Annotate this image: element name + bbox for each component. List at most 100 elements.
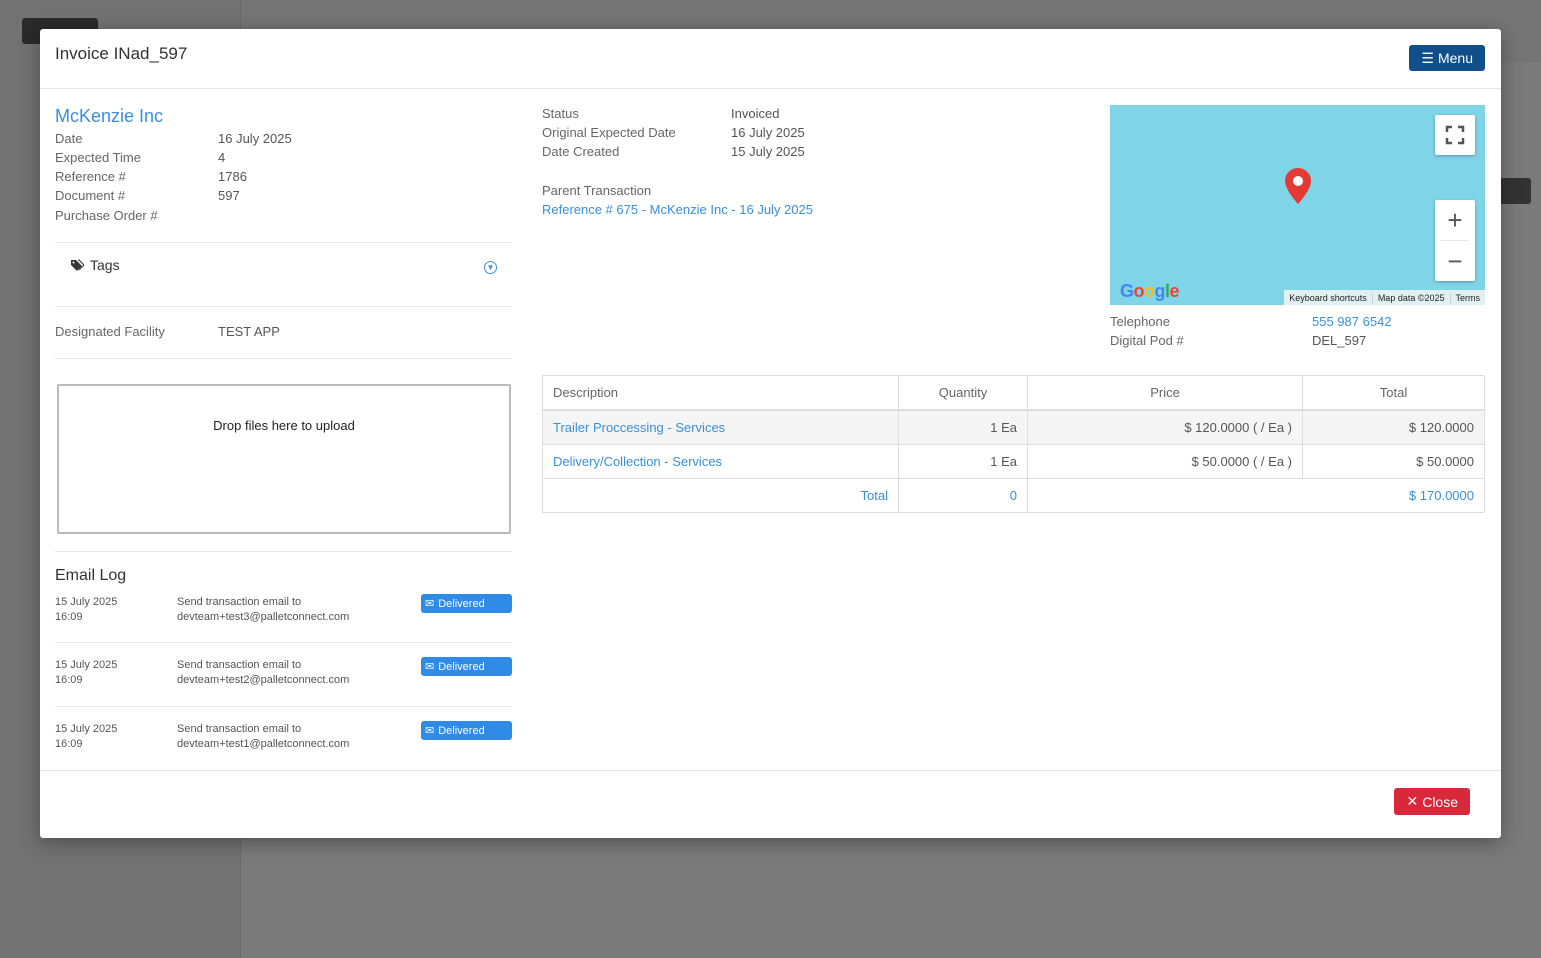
column-header-quantity[interactable]: Quantity	[898, 375, 1028, 411]
email-message-line: Send transaction email to	[177, 596, 302, 608]
date-created-row: Date Created 15 July 2025	[542, 144, 942, 163]
detail-row-purchase-order: Purchase Order #	[55, 208, 515, 227]
table-total-row: Total 0 $ 170.0000	[542, 478, 1485, 513]
zoom-controls: + −	[1435, 200, 1475, 281]
email-log-message: Send transaction email to devteam+test2@…	[177, 658, 349, 688]
email-time: 16:09	[55, 611, 83, 623]
detail-row-reference: Reference # 1786	[55, 169, 515, 188]
envelope-check-icon: ✉	[425, 598, 435, 610]
table-row: Trailer Proccessing - Services 1 Ea $ 12…	[542, 409, 1485, 445]
email-recipient: devteam+test1@palletconnect.com	[177, 738, 350, 750]
detail-label: Expected Time	[55, 150, 141, 165]
email-time: 16:09	[55, 674, 83, 686]
envelope-check-icon: ✉	[425, 725, 435, 737]
item-total: $ 50.0000	[1302, 444, 1485, 479]
email-log-message: Send transaction email to devteam+test1@…	[177, 722, 349, 752]
close-button-label: Close	[1422, 793, 1458, 810]
email-time: 16:09	[55, 738, 83, 750]
email-log-entry: 15 July 2025 16:09 Send transaction emai…	[55, 721, 512, 770]
close-icon: ✕	[1406, 793, 1419, 809]
table-header-row: Description Quantity Price Total	[542, 375, 1485, 411]
map-data-text: Map data ©2025	[1371, 292, 1450, 303]
item-price: $ 50.0000 ( / Ea )	[1027, 444, 1303, 479]
total-quantity: 0	[898, 478, 1028, 513]
divider	[55, 358, 512, 359]
detail-row-expected-time: Expected Time 4	[55, 150, 515, 169]
item-price: $ 120.0000 ( / Ea )	[1027, 409, 1303, 445]
item-quantity: 1 Ea	[898, 409, 1028, 445]
detail-value: 16 July 2025	[218, 131, 292, 146]
item-description-link[interactable]: Trailer Proccessing - Services	[542, 409, 899, 445]
modal-title: Invoice INad_597	[55, 44, 188, 63]
status-badge: ✉ Delivered	[421, 721, 512, 740]
item-total: $ 120.0000	[1302, 409, 1485, 445]
tags-label: Tags	[90, 257, 120, 273]
keyboard-shortcuts-link[interactable]: Keyboard shortcuts	[1284, 293, 1372, 303]
date-created-value: 15 July 2025	[731, 144, 805, 159]
parent-transaction-row: Parent Transaction	[542, 183, 942, 202]
map-pin-icon[interactable]	[1285, 168, 1311, 209]
email-message-line: Send transaction email to	[177, 659, 302, 671]
chevron-down-icon[interactable]: ▼	[484, 261, 497, 274]
invoice-modal: Invoice INad_597 ☰ Menu McKenzie Inc Dat…	[40, 29, 1501, 838]
modal-footer: ✕ Close	[40, 770, 1501, 839]
map-attribution: Keyboard shortcuts Map data ©2025 Terms	[1284, 290, 1485, 305]
facility-row: Designated Facility TEST APP	[55, 324, 515, 343]
divider	[55, 306, 512, 307]
total-label: Total	[542, 478, 899, 513]
telephone-link[interactable]: 555 987 6542	[1312, 314, 1392, 329]
item-description-link[interactable]: Delivery/Collection - Services	[542, 444, 899, 479]
status-badge: ✉ Delivered	[421, 657, 512, 676]
close-button[interactable]: ✕ Close	[1394, 788, 1470, 815]
detail-row-document: Document # 597	[55, 188, 515, 207]
company-link[interactable]: McKenzie Inc	[55, 106, 163, 127]
detail-value: 597	[218, 188, 240, 203]
facility-value: TEST APP	[218, 324, 280, 339]
detail-row-date: Date 16 July 2025	[55, 131, 515, 150]
email-date: 15 July 2025	[55, 596, 118, 608]
facility-label: Designated Facility	[55, 324, 165, 339]
status-row: Status Invoiced	[542, 106, 942, 125]
hamburger-icon: ☰	[1421, 49, 1434, 66]
parent-transaction-link[interactable]: Reference # 675 - McKenzie Inc - 16 July…	[542, 202, 813, 217]
modal-header: Invoice INad_597 ☰ Menu	[40, 29, 1501, 89]
divider	[55, 642, 512, 643]
terms-link[interactable]: Terms	[1449, 292, 1486, 303]
email-date: 15 July 2025	[55, 659, 118, 671]
date-created-label: Date Created	[542, 144, 620, 159]
dropzone-text: Drop files here to upload	[213, 418, 355, 433]
location-map[interactable]: + − Google Keyboard shortcuts Map data ©…	[1110, 105, 1485, 305]
menu-button-label: Menu	[1437, 50, 1473, 66]
email-log-entry: 15 July 2025 16:09 Send transaction emai…	[55, 594, 512, 643]
status-badge-label: Delivered	[438, 660, 485, 673]
digital-pod-value: DEL_597	[1312, 333, 1367, 348]
zoom-out-button[interactable]: −	[1435, 241, 1475, 281]
zoom-in-button[interactable]: +	[1435, 200, 1475, 240]
divider	[55, 706, 512, 707]
email-recipient: devteam+test3@palletconnect.com	[177, 611, 350, 623]
envelope-check-icon: ✉	[425, 661, 435, 673]
menu-button[interactable]: ☰ Menu	[1409, 45, 1485, 71]
telephone-label: Telephone	[1110, 314, 1170, 329]
column-header-price[interactable]: Price	[1027, 375, 1303, 411]
email-date: 15 July 2025	[55, 723, 118, 735]
detail-label: Reference #	[55, 169, 126, 184]
status-badge-label: Delivered	[438, 597, 485, 610]
detail-label: Document #	[55, 188, 126, 203]
column-header-total[interactable]: Total	[1302, 375, 1485, 411]
detail-label: Purchase Order #	[55, 208, 158, 223]
status-badge-label: Delivered	[438, 724, 485, 737]
table-row: Delivery/Collection - Services 1 Ea $ 50…	[542, 444, 1485, 479]
fullscreen-button[interactable]	[1435, 115, 1475, 155]
item-quantity: 1 Ea	[898, 444, 1028, 479]
email-recipient: devteam+test2@palletconnect.com	[177, 674, 350, 686]
fullscreen-icon	[1445, 125, 1465, 145]
status-value: Invoiced	[731, 106, 780, 121]
column-header-description[interactable]: Description	[542, 375, 899, 411]
file-dropzone[interactable]: Drop files here to upload	[57, 384, 511, 534]
tags-header[interactable]: Tags	[70, 257, 120, 273]
status-label: Status	[542, 106, 579, 121]
detail-value: 4	[218, 150, 226, 165]
status-badge: ✉ Delivered	[421, 594, 512, 613]
digital-pod-label: Digital Pod #	[1110, 333, 1184, 348]
